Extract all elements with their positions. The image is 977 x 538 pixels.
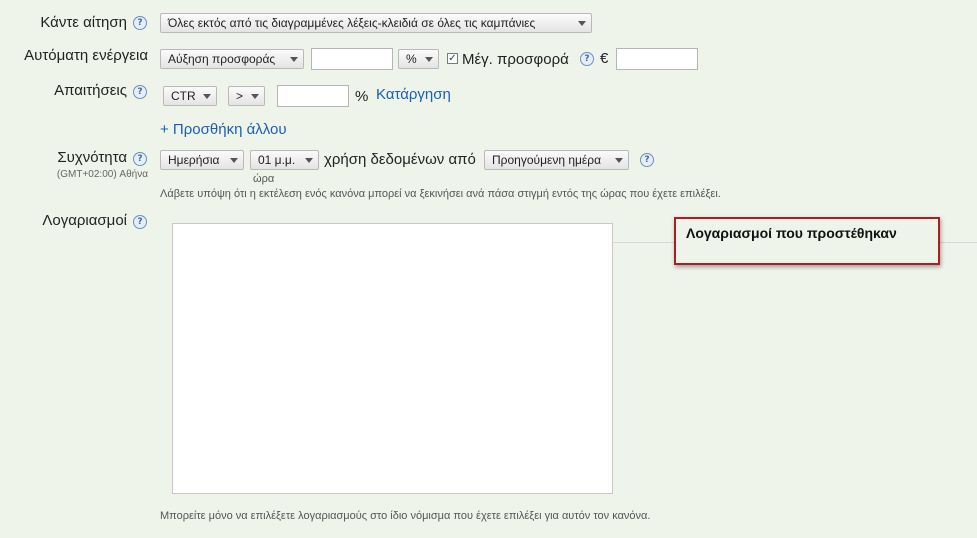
accounts-picker[interactable] [172, 223, 613, 494]
threshold-input[interactable] [277, 85, 349, 107]
accounts-note: Μπορείτε μόνο να επιλέξετε λογαριασμούς … [160, 510, 651, 522]
requirements-label: Απαιτήσεις [54, 82, 127, 99]
time-caption: ώρα [253, 173, 275, 185]
frequency-time-dropdown[interactable]: 01 μ.μ. [250, 150, 319, 170]
max-bid-input[interactable] [616, 48, 698, 70]
data-range-dropdown[interactable]: Προηγούμενη ημέρα [484, 150, 629, 170]
chevron-down-icon [203, 94, 211, 99]
operator-value: > [236, 89, 244, 103]
accounts-label: Λογαριασμοί [42, 212, 127, 229]
frequency-period-dropdown[interactable]: Ημερήσια [160, 150, 244, 170]
help-icon[interactable]: ? [640, 153, 654, 167]
chevron-down-icon [230, 158, 238, 163]
remove-link[interactable]: Κατάργηση [376, 86, 451, 103]
apply-label: Κάντε αίτηση [40, 14, 127, 31]
help-icon[interactable]: ? [133, 215, 147, 229]
data-range-value: Προηγούμενη ημέρα [492, 153, 602, 167]
max-bid-checkbox[interactable]: ✓ [447, 53, 458, 64]
data-usage-text: χρήση δεδομένων από [324, 151, 476, 168]
apply-scope-dropdown[interactable]: Όλες εκτός από τις διαγραμμένες λέξεις-κ… [160, 13, 592, 33]
bid-unit-dropdown[interactable]: % [398, 49, 439, 69]
frequency-time-value: 01 μ.μ. [258, 153, 296, 167]
help-icon[interactable]: ? [133, 16, 147, 30]
help-icon[interactable]: ? [133, 152, 147, 166]
auto-action-label: Αυτόματη ενέργεια [24, 47, 148, 64]
metric-dropdown[interactable]: CTR [163, 86, 217, 106]
check-icon: ✓ [448, 53, 457, 64]
auto-action-value: Αύξηση προσφοράς [168, 52, 276, 66]
added-accounts-header: Λογαριασμοί που προστέθηκαν [686, 225, 897, 241]
percent-sign: % [355, 88, 369, 105]
chevron-down-icon [615, 158, 623, 163]
bid-amount-input[interactable] [311, 48, 393, 70]
added-accounts-panel: Λογαριασμοί που προστέθηκαν [674, 217, 940, 265]
currency-symbol: € [600, 50, 609, 67]
apply-scope-value: Όλες εκτός από τις διαγραμμένες λέξεις-κ… [168, 16, 536, 30]
help-icon[interactable]: ? [580, 52, 594, 66]
help-icon[interactable]: ? [133, 85, 147, 99]
timezone-label: (GMT+02:00) Αθήνα [56, 169, 148, 180]
chevron-down-icon [305, 158, 313, 163]
chevron-down-icon [425, 57, 433, 62]
max-bid-label: Μέγ. προσφορά [462, 51, 569, 68]
chevron-down-icon [290, 57, 298, 62]
frequency-label: Συχνότητα [57, 149, 127, 166]
add-more-link[interactable]: + Προσθήκη άλλου [160, 121, 287, 138]
chevron-down-icon [578, 21, 586, 26]
frequency-period-value: Ημερήσια [168, 153, 220, 167]
metric-value: CTR [171, 89, 196, 103]
chevron-down-icon [251, 94, 259, 99]
operator-dropdown[interactable]: > [228, 86, 265, 106]
bid-unit-value: % [406, 52, 417, 66]
frequency-note: Λάβετε υπόψη ότι η εκτέλεση ενός κανόνα … [160, 188, 721, 200]
auto-action-dropdown[interactable]: Αύξηση προσφοράς [160, 49, 304, 69]
